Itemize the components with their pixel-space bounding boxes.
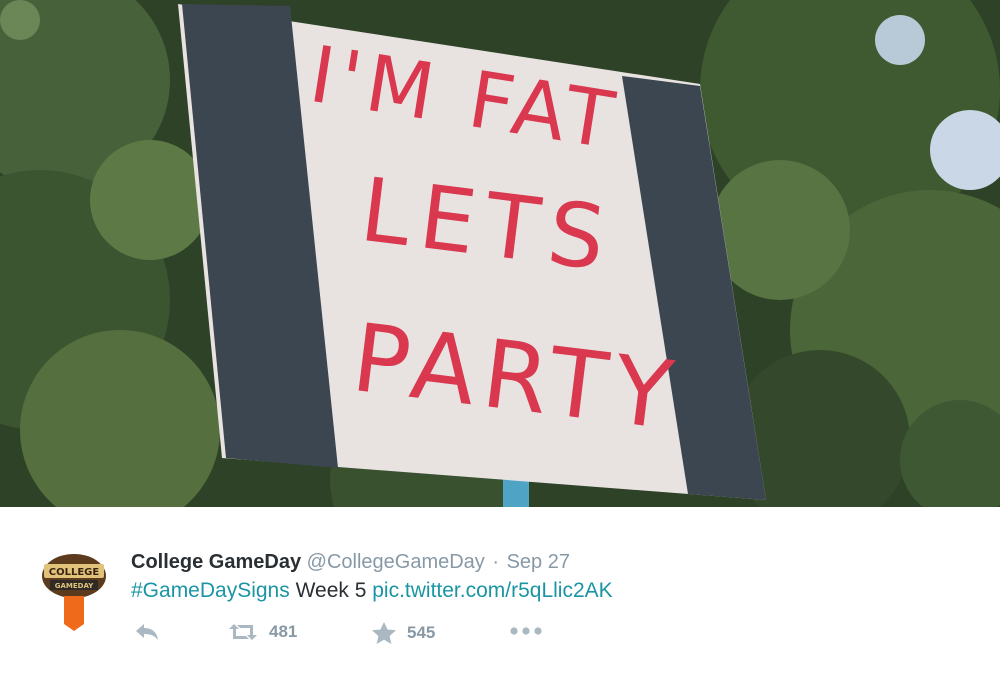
favorite-count: 545: [407, 623, 436, 642]
retweet-button[interactable]: 481: [227, 621, 297, 643]
retweet-icon: [227, 621, 259, 643]
svg-text:GAMEDAY: GAMEDAY: [55, 582, 94, 590]
tweet-timestamp[interactable]: Sep 27: [507, 551, 570, 573]
hashtag-link[interactable]: #GameDaySigns: [131, 579, 290, 602]
tweet-body-text: Week 5: [289, 579, 373, 602]
media-link[interactable]: pic.twitter.com/r5qLlic2AK: [372, 579, 612, 602]
tweet-card: COLLEGE GAMEDAY College GameDay @College…: [0, 507, 1000, 676]
favorite-button[interactable]: 545: [371, 621, 435, 645]
author-handle[interactable]: @CollegeGameDay: [307, 551, 485, 573]
more-dots-icon[interactable]: [509, 625, 543, 637]
author-name[interactable]: College GameDay: [131, 551, 301, 573]
tweet-actions: 481 545: [133, 621, 553, 645]
college-gameday-logo-icon[interactable]: COLLEGE GAMEDAY: [40, 550, 108, 632]
svg-text:COLLEGE: COLLEGE: [49, 567, 100, 578]
header-separator: ·: [492, 551, 500, 573]
reply-icon[interactable]: [133, 621, 161, 643]
tweet-header: College GameDay @CollegeGameDay · Sep 27: [131, 551, 570, 574]
retweet-count: 481: [269, 622, 298, 641]
tweet-text: #GameDaySigns Week 5 pic.twitter.com/r5q…: [131, 579, 613, 603]
star-icon: [371, 621, 397, 645]
